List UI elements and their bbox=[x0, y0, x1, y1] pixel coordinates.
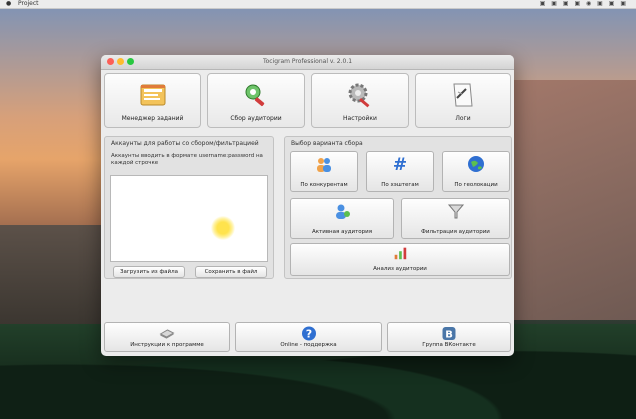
main-window: Tocigram Professional v. 2.0.1 Менеджер … bbox=[101, 55, 514, 356]
logs-icon bbox=[453, 83, 473, 107]
tile-label: Сбор аудитории bbox=[230, 115, 282, 122]
tile-label: Настройки bbox=[343, 115, 377, 122]
option-label: По геолокации bbox=[454, 182, 498, 188]
bottom-label: Группа ВКонтакте bbox=[422, 342, 476, 348]
status-items[interactable]: ▣ ▣ ▣ ▣ ◉ ▣ ▣ ▣ bbox=[540, 0, 628, 8]
active-audience-icon bbox=[336, 204, 350, 219]
globe-icon bbox=[468, 156, 484, 172]
task-manager-icon bbox=[140, 84, 165, 106]
collect-options-panel: Выбор варианта сбора По конкурентам # По… bbox=[284, 136, 512, 279]
accounts-title: Аккаунты для работы со сбором/фильтрацие… bbox=[111, 140, 259, 147]
filter-icon bbox=[447, 204, 464, 219]
filter-audience-button[interactable]: Фильтрация аудитории bbox=[401, 198, 510, 239]
settings-button[interactable]: Настройки bbox=[311, 73, 409, 128]
active-audience-button[interactable]: Активная аудитория bbox=[290, 198, 394, 239]
competitors-icon bbox=[317, 158, 331, 172]
collect-title: Выбор варианта сбора bbox=[291, 140, 363, 147]
option-label: Активная аудитория bbox=[311, 229, 373, 235]
option-label: Фильтрация аудитории bbox=[421, 229, 490, 235]
by-geolocation-button[interactable]: По геолокации bbox=[442, 151, 510, 192]
cursor-highlight bbox=[211, 216, 235, 240]
window-title: Tocigram Professional v. 2.0.1 bbox=[262, 58, 353, 65]
app-menu[interactable]: Project bbox=[18, 0, 39, 8]
audience-collect-button[interactable]: Сбор аудитории bbox=[207, 73, 305, 128]
svg-text:В: В bbox=[445, 330, 453, 341]
bottom-label: Online - поддержка bbox=[280, 342, 337, 348]
help-icon: ? bbox=[301, 326, 316, 341]
load-from-file-button[interactable]: Загрузить из файла bbox=[113, 266, 185, 278]
analyze-audience-button[interactable]: Анализ аудитории bbox=[290, 243, 510, 276]
option-label: По конкурентам bbox=[300, 182, 348, 188]
window-titlebar[interactable]: Tocigram Professional v. 2.0.1 bbox=[101, 55, 514, 70]
tile-label: Менеджер заданий bbox=[121, 115, 184, 122]
accounts-panel: Аккаунты для работы со сбором/фильтрацие… bbox=[104, 136, 274, 279]
option-label: Анализ аудитории bbox=[373, 266, 427, 272]
svg-text:?: ? bbox=[305, 328, 311, 341]
by-hashtags-button[interactable]: # По хэштегам bbox=[366, 151, 434, 192]
accounts-textarea[interactable] bbox=[110, 175, 268, 262]
task-manager-button[interactable]: Менеджер заданий bbox=[104, 73, 201, 128]
instructions-icon bbox=[159, 329, 175, 339]
bottom-label: Инструкции к программе bbox=[130, 342, 204, 348]
menu-bar: ● Project ▣ ▣ ▣ ▣ ◉ ▣ ▣ ▣ bbox=[0, 0, 636, 9]
tile-label: Логи bbox=[455, 115, 471, 122]
accounts-hint: Аккаунты вводить в формате username:pass… bbox=[111, 153, 263, 166]
apple-menu-icon[interactable]: ● bbox=[6, 0, 11, 8]
settings-icon bbox=[348, 83, 370, 108]
option-label: По хэштегам bbox=[381, 182, 419, 188]
analysis-chart-icon bbox=[394, 247, 407, 260]
desktop-cliff-right bbox=[496, 80, 636, 320]
vk-group-button[interactable]: В Группа ВКонтакте bbox=[387, 322, 511, 352]
svg-text:#: # bbox=[393, 155, 407, 173]
online-support-button[interactable]: ? Online - поддержка bbox=[235, 322, 382, 352]
instructions-button[interactable]: Инструкции к программе bbox=[104, 322, 230, 352]
logs-button[interactable]: Логи bbox=[415, 73, 511, 128]
hashtag-icon: # bbox=[393, 155, 407, 173]
save-to-file-button[interactable]: Сохранить в файл bbox=[195, 266, 267, 278]
vk-icon: В bbox=[442, 327, 456, 341]
audience-collect-icon bbox=[245, 84, 265, 107]
by-competitors-button[interactable]: По конкурентам bbox=[290, 151, 358, 192]
